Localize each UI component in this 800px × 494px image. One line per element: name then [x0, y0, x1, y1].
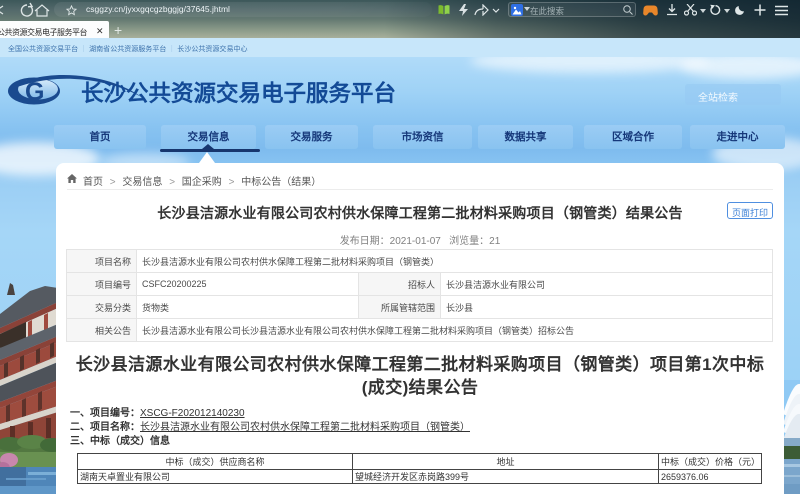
- svg-text:G: G: [25, 78, 44, 106]
